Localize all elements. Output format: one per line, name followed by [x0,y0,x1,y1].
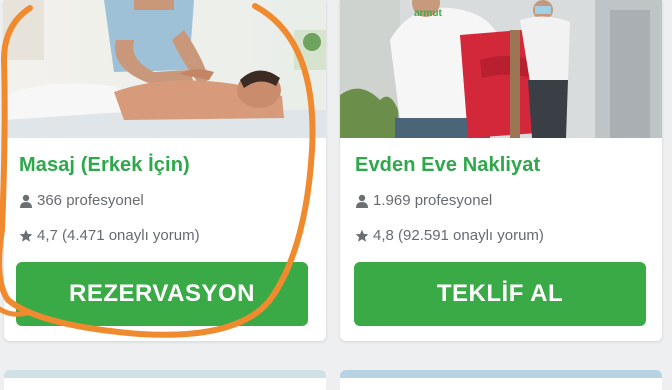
service-title[interactable]: Masaj (Erkek İçin) [19,154,190,177]
rating-text: 4,7 (4.471 onaylı yorum) [37,227,200,244]
star-icon [355,229,369,242]
reservation-button[interactable]: REZERVASYON [16,262,308,326]
rating: 4,8 (92.591 onaylı yorum) [355,227,544,244]
service-card-moving[interactable]: armut Evden Eve Nakliyat 1.969 profesyon… [340,0,662,341]
service-photo-partial [4,370,326,378]
service-card-partial[interactable] [4,370,326,390]
professionals-count: 366 profesyonel [19,192,144,209]
service-photo-partial [340,370,662,378]
professionals-text: 366 profesyonel [37,192,144,209]
person-icon [356,194,368,208]
rating: 4,7 (4.471 onaylı yorum) [19,227,200,244]
professionals-count: 1.969 profesyonel [355,192,492,209]
service-title[interactable]: Evden Eve Nakliyat [355,154,540,177]
professionals-text: 1.969 profesyonel [373,192,493,209]
service-card-partial[interactable] [340,370,662,390]
shirt-logo: armut [414,8,442,19]
person-icon [20,194,32,208]
rating-text: 4,8 (92.591 onaylı yorum) [373,227,544,244]
massage-photo[interactable] [4,0,326,138]
moving-photo[interactable]: armut [340,0,662,138]
star-icon [19,229,33,242]
get-quote-button[interactable]: TEKLİF AL [354,262,646,326]
service-card-massage[interactable]: Masaj (Erkek İçin) 366 profesyonel 4,7 (… [4,0,326,341]
